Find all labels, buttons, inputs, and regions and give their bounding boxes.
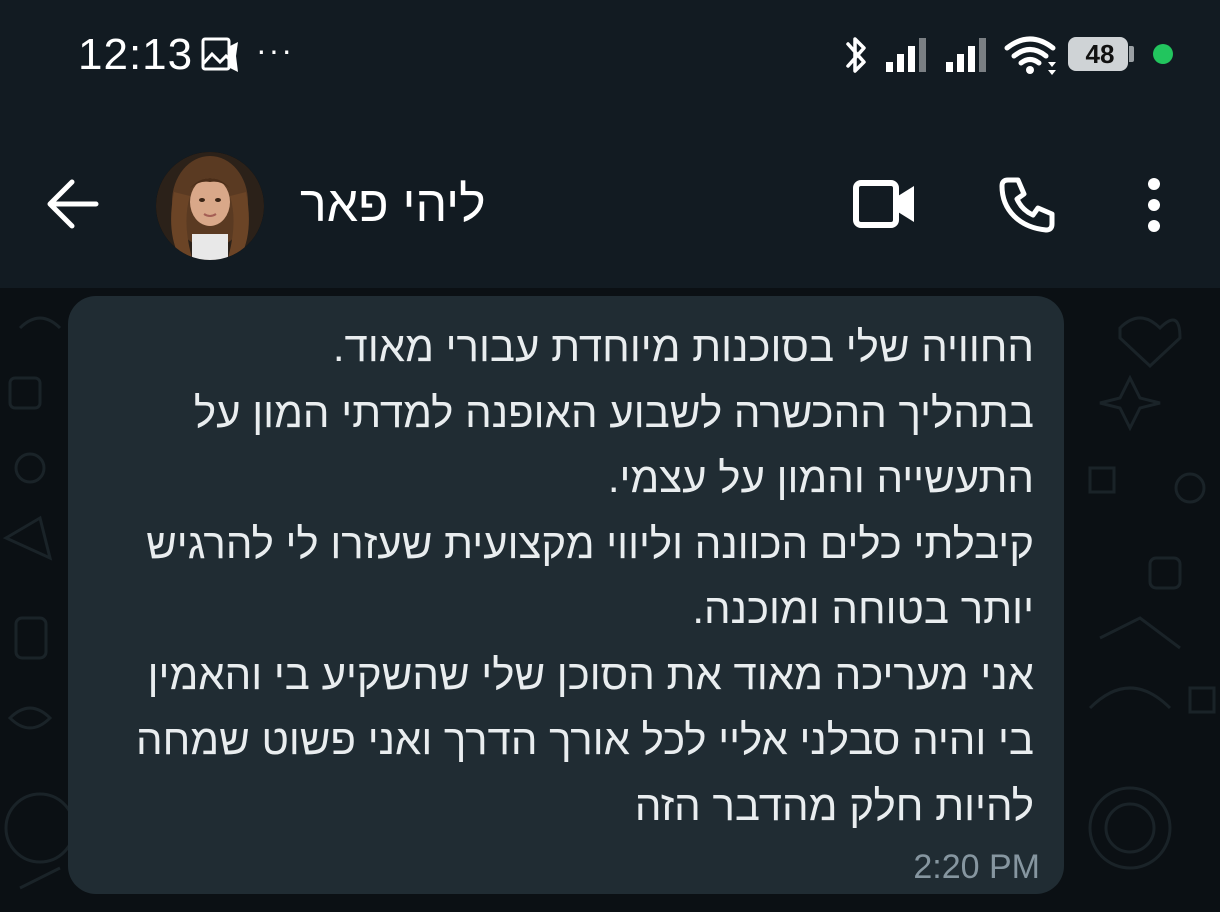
gallery-notification-icon <box>201 37 238 72</box>
wifi-icon <box>1004 36 1056 75</box>
more-notifications-icon: ··· <box>256 32 294 68</box>
signal-icon <box>946 38 986 72</box>
screen: 12:13 ··· 48 ליהי פאר החוויה שלי בסוכנות… <box>0 0 1220 912</box>
video-call-icon[interactable] <box>852 178 918 230</box>
avatar[interactable] <box>156 152 264 260</box>
phone-icon[interactable] <box>998 174 1058 234</box>
contact-name[interactable]: ליהי פאר <box>300 175 486 233</box>
message-timestamp: 2:20 PM <box>913 848 1040 886</box>
avatar-image <box>156 152 264 260</box>
battery-level: 48 <box>1085 39 1115 69</box>
dot-icon <box>1153 44 1173 64</box>
back-arrow-icon[interactable] <box>44 178 100 230</box>
message-text: החוויה שלי בסוכנות מיוחדת עבורי מאוד. בת… <box>136 323 1034 829</box>
bluetooth-icon <box>846 37 866 73</box>
status-time: 12:13 <box>78 30 194 79</box>
status-bar: 12:13 ··· 48 <box>0 0 1220 110</box>
signal-icon <box>886 38 926 72</box>
battery-tip <box>1129 46 1134 62</box>
battery-icon: 48 <box>1068 37 1128 71</box>
more-options-icon[interactable] <box>1142 176 1166 234</box>
